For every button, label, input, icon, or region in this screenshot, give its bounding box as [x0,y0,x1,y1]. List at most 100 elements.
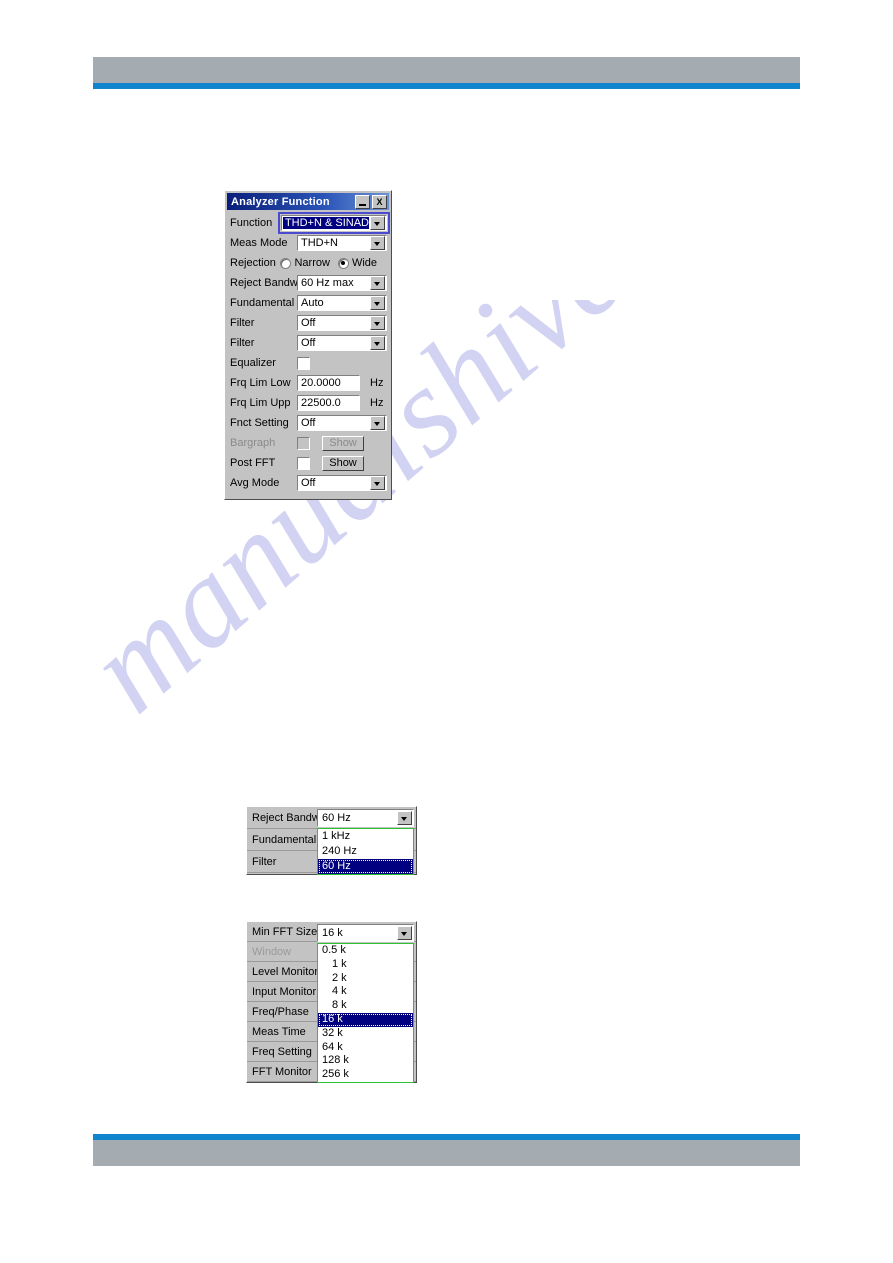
analyzer-row-equalizer: Equalizer [225,353,391,373]
combo-value: Off [301,417,316,429]
combo-fundamental[interactable]: Auto [297,295,387,311]
analyzer-row-reject-bandw: Reject Bandw 60 Hz max [225,273,391,293]
row-label: Function [230,217,273,229]
show-button-post-fft[interactable]: Show [322,455,364,471]
unit-label: Hz [370,397,384,409]
radio-label-wide: Wide [351,257,377,269]
analyzer-row-fnct-setting: Fnct Setting Off [225,413,391,433]
combo-filter[interactable]: Off [297,315,387,331]
dialog-title: Analyzer Function [231,195,330,208]
row-label: Frq Lim Low [230,377,291,389]
unit-label: Hz [370,377,384,389]
analyzer-row-bargraph: Bargraph Show [225,433,391,453]
radio-narrow[interactable] [280,257,292,269]
panel-row-label: Reject Bandw [252,811,320,824]
dropdown-option[interactable]: 1 kHz [318,829,413,844]
dropdown-option[interactable]: 256 k [318,1068,413,1082]
dropdown-option[interactable]: 64 k [318,1041,413,1055]
minimize-icon[interactable] [355,194,370,209]
page-footer-bar [93,1140,800,1166]
combo-filter[interactable]: Off [297,335,387,351]
analyzer-function-dialog[interactable]: Analyzer Function X Function THD+N & SINA… [224,190,392,500]
panel-row-label: Filter [252,855,277,868]
chevron-down-icon[interactable] [370,316,385,330]
row-label: Frq Lim Upp [230,397,291,409]
row-label: Rejection [230,257,276,269]
analyzer-row-fundamental: Fundamental Auto [225,293,391,313]
dialog-titlebar[interactable]: Analyzer Function X [227,193,389,210]
row-label: Post FFT [230,457,276,469]
min-fft-size-dropdown-list[interactable]: 0.5 k1 k2 k4 k8 k 16 k 32 k 64 k 128 k 256 k [317,943,414,1083]
reject-bandw-value: 60 Hz [322,812,351,824]
panel-row-label: Level Monitor [252,965,319,978]
combo-meas-mode[interactable]: THD+N [297,235,387,251]
combo-value: Auto [301,297,324,309]
analyzer-row-frq-lim-low: Frq Lim Low 20.0000 Hz [225,373,391,393]
row-label: Meas Mode [230,237,288,249]
row-label: Equalizer [230,357,276,369]
panel-row-label: Meas Time [252,1025,306,1038]
dropdown-option[interactable]: 8 k [318,999,413,1013]
chevron-down-icon[interactable] [370,476,385,490]
chevron-down-icon[interactable] [370,216,385,230]
chevron-down-icon[interactable] [370,236,385,250]
chevron-down-icon[interactable] [397,811,412,825]
row-label: Bargraph [230,437,276,449]
radio-wide[interactable] [337,257,349,269]
dropdown-option[interactable]: 240 Hz [318,844,413,859]
page-header-bar [93,57,800,83]
dropdown-option[interactable]: 16 k [318,1012,413,1027]
chevron-down-icon[interactable] [370,296,385,310]
row-label: Reject Bandw [230,277,297,289]
row-label: Avg Mode [230,477,280,489]
row-label: Fnct Setting [230,417,289,429]
dropdown-option[interactable]: 0.5 k [318,944,413,958]
combo-avg-mode[interactable]: Off [297,475,387,491]
analyzer-row-filter: Filter Off [225,333,391,353]
combo-value: Off [301,337,316,349]
reject-bandw-combo[interactable]: 60 Hz [317,809,414,827]
min-fft-size-panel[interactable]: Min FFT Size Window Level Monitor Input Mon… [246,921,417,1083]
row-label: Filter [230,317,255,329]
combo-value: THD+N [301,237,338,249]
min-fft-size-combo[interactable]: 16 k [317,924,414,942]
combo-value: 60 Hz max [301,277,354,289]
reject-bandw-dropdown-list[interactable]: 1 kHz 240 Hz 60 Hz [317,828,414,875]
checkbox-bargraph[interactable] [297,436,310,450]
analyzer-row-avg-mode: Avg Mode Off [225,473,391,493]
chevron-down-icon[interactable] [397,926,412,940]
checkbox-post-fft[interactable] [297,456,310,470]
input-frq-lim-low[interactable]: 20.0000 [297,375,360,391]
chevron-down-icon[interactable] [370,276,385,290]
panel-row-label: Min FFT Size [252,925,318,938]
dropdown-option[interactable]: 60 Hz [318,859,413,874]
rejection-radio-group: Narrow Wide [280,257,387,269]
combo-function[interactable]: THD+N & SINAD [277,212,391,234]
chevron-down-icon[interactable] [370,416,385,430]
dropdown-option[interactable]: 32 k [318,1027,413,1041]
close-icon[interactable]: X [372,194,387,209]
combo-value: THD+N & SINAD [282,217,369,229]
input-frq-lim-upp[interactable]: 22500.0 [297,395,360,411]
chevron-down-icon[interactable] [370,336,385,350]
combo-value: Off [301,317,316,329]
show-button-bargraph[interactable]: Show [322,435,364,451]
analyzer-row-frq-lim-upp: Frq Lim Upp 22500.0 Hz [225,393,391,413]
row-label: Filter [230,337,255,349]
combo-reject-bandw[interactable]: 60 Hz max [297,275,387,291]
analyzer-row-filter: Filter Off [225,313,391,333]
min-fft-size-value: 16 k [322,927,343,939]
dropdown-option[interactable]: 2 k [318,972,413,986]
panel-row-label: Window [252,945,292,958]
analyzer-rows: Function THD+N & SINAD Meas Mode THD+N Rejec… [225,212,391,493]
reject-bandw-panel[interactable]: Reject Bandw Fundamental Filter 60 Hz 1 kH… [246,806,417,875]
analyzer-row-meas-mode: Meas Mode THD+N [225,233,391,253]
dropdown-option[interactable]: 4 k [318,985,413,999]
dropdown-option[interactable]: 1 k [318,958,413,972]
checkbox-equalizer[interactable] [297,356,310,370]
watermark-text: manualshive.com [61,300,840,739]
page-header-rule [93,83,800,89]
panel-row-label: FFT Monitor [252,1065,312,1078]
dropdown-option[interactable]: 128 k [318,1054,413,1068]
combo-fnct-setting[interactable]: Off [297,415,387,431]
